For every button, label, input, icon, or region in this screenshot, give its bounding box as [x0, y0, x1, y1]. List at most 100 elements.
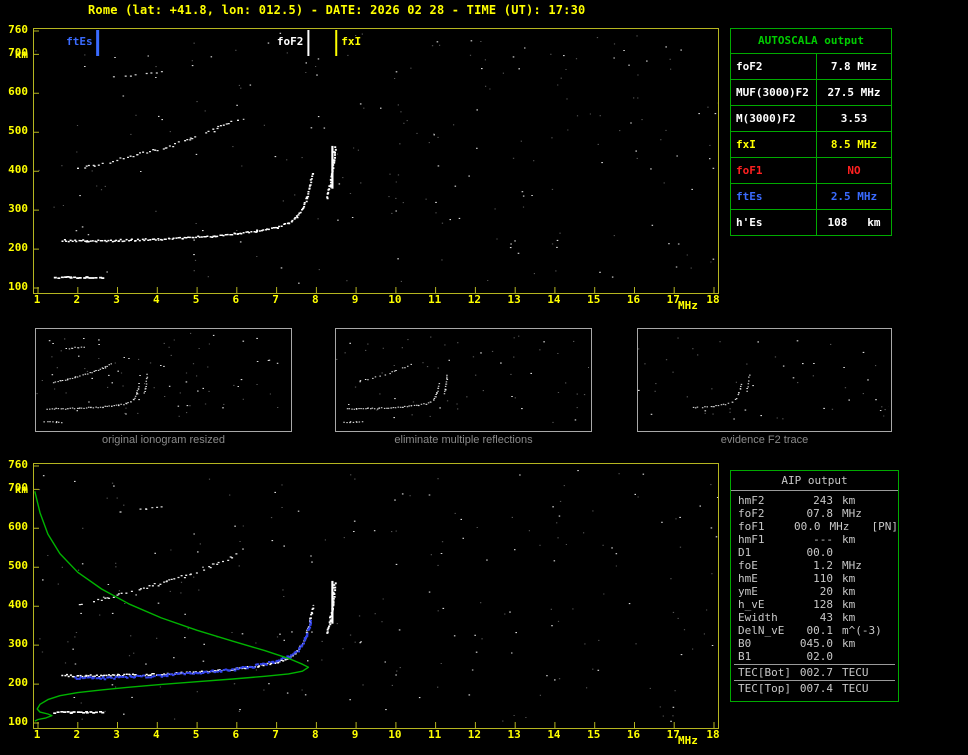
aip-param-extra [888, 666, 890, 679]
aip-param-unit: MHz [842, 559, 862, 572]
aip-param-value: 20 [819, 585, 833, 598]
autoscala-row-ftes: ftEs 2.5 MHz [731, 184, 891, 210]
aip-param-extra: [PN] [871, 520, 899, 533]
aip-row-b1: B1 02.0 [731, 650, 898, 663]
echo-noise-dim [638, 337, 889, 420]
aip-row-delnve: DelN_vE 00.1 m^(-3) [731, 624, 898, 637]
aip-row-hmf1: hmF1 --- km [731, 533, 898, 546]
autoscala-param-value: 7.8 MHz [830, 60, 878, 73]
x-axis-label: 14 [547, 728, 561, 741]
thumb-es_layer [343, 421, 364, 424]
x-axis-label: 6 [232, 728, 240, 741]
x-axis-label: 10 [388, 293, 402, 306]
aip-row-yme: ymE 20 km [731, 585, 898, 598]
autoscala-row-fof1: foF1 NO [731, 158, 891, 184]
thumbnail-multiple-reflections [335, 328, 592, 432]
autoscala-window: Rome (lat: +41.8, lon: 012.5) - DATE: 20… [0, 0, 968, 755]
aip-param-value: 1.2 [813, 559, 833, 572]
aip-param-value: 00.0 [794, 520, 821, 533]
foF2-marker-label: foF2 [277, 35, 304, 48]
aip-param-value: 07.8 [806, 507, 834, 520]
x-axis-label: 9 [351, 728, 359, 741]
aip-param-label: B0 [738, 637, 752, 650]
aip-param-extra [888, 546, 890, 559]
aip-param-extra [888, 650, 890, 663]
x-axis-label: 15 [587, 728, 601, 741]
xmode-bright-streak [331, 580, 334, 624]
aip-param-label: foF1 [738, 520, 765, 533]
x-axis-label: 2 [73, 293, 81, 306]
x-axis-label: 12 [467, 293, 482, 306]
thumbnail-f2-trace-canvas [638, 337, 889, 420]
echo-noise-bright [42, 470, 718, 722]
autoscala-param-label: h'Es [731, 210, 817, 235]
aip-param-label: hmE [738, 572, 758, 585]
autoscala-row-hes: h'Es 108 km [731, 210, 891, 235]
autoscala-param-value: 2.5 MHz [830, 190, 878, 203]
x-axis-label: 10 [388, 728, 402, 741]
f2-main-trace [61, 173, 315, 243]
autoscala-table-rows: foF2 7.8 MHz MUF(3000)F2 27.5 MHz M(3000)F2 3… [731, 54, 891, 235]
aip-param-extra [888, 533, 890, 546]
thumb-f2_first_hop [346, 383, 441, 410]
echo-noise-bright [638, 340, 882, 420]
f2-main-trace [61, 607, 315, 678]
autoscala-row-fof2: foF2 7.8 MHz [731, 54, 891, 80]
autoscala-table-title: AUTOSCALA output [731, 29, 891, 54]
aip-param-value: --- [813, 533, 833, 546]
f2-second-hop-trace [78, 553, 238, 606]
autoscala-param-label: foF2 [731, 54, 817, 79]
x-axis-label: 9 [351, 293, 359, 306]
x-axis-label: 7 [272, 728, 279, 741]
autoscala-param-value: 108 km [827, 216, 881, 229]
aip-param-label: B1 [738, 650, 752, 663]
thumb-f2_second_hop [359, 363, 412, 383]
aip-param-extra [888, 637, 890, 650]
x-axis-label: 1 [33, 293, 41, 306]
aip-param-extra [888, 585, 890, 598]
aip-param-label: DelN_vE [738, 624, 785, 637]
aip-row-hmf2: hmF2 243 km [731, 494, 898, 507]
y-axis-unit: km [14, 483, 28, 496]
autoscala-param-value: 27.5 MHz [827, 86, 881, 99]
thumbnail-caption-original: original ionogram resized [102, 434, 225, 446]
autoscala-row-fxi: fxI 8.5 MHz [731, 132, 891, 158]
aip-param-unit: km [842, 585, 856, 598]
aip-param-extra [888, 494, 890, 507]
aip-param-value: 128 [813, 598, 833, 611]
aip-param-extra [888, 559, 890, 572]
x-axis-label: 1 [33, 728, 41, 741]
y-axis-label: 400 [8, 163, 28, 177]
x-axis-label: 13 [507, 728, 521, 741]
x-axis-label: 15 [587, 293, 601, 306]
y-axis-label: 500 [8, 559, 28, 573]
autoscala-param-label: ftEs [731, 184, 817, 209]
autoscala-param-label: M(3000)F2 [731, 106, 817, 131]
aip-param-extra [888, 598, 890, 611]
aip-param-unit: km [842, 637, 856, 650]
x-axis-label: 4 [152, 293, 160, 306]
y-axis-label: 600 [8, 85, 28, 99]
x-axis-label: 7 [272, 293, 279, 306]
thumbnail-multiple-reflections-canvas [336, 335, 589, 424]
bottom-ionogram-canvas [34, 465, 718, 728]
xmode-bright-streak [331, 145, 334, 189]
es-layer-trace [53, 710, 105, 715]
x-axis-label: 2 [73, 728, 81, 741]
thumbnail-caption-f2: evidence F2 trace [720, 434, 809, 446]
y-axis-label: 500 [8, 124, 28, 138]
es-layer-trace [53, 276, 105, 280]
aip-param-value: 43 [819, 611, 833, 624]
y-axis-label: 600 [8, 520, 28, 534]
aip-param-unit: MHz [842, 507, 862, 520]
aip-param-extra [888, 682, 890, 695]
aip-param-unit: km [842, 494, 856, 507]
x-axis-unit: MHz [678, 299, 698, 312]
aip-output-table: AIP output hmF2 243 km foF2 07.8 MHz foF1 00.0 M… [730, 470, 899, 702]
aip-param-unit: MHz [829, 520, 850, 533]
autoscala-param-label: fxI [731, 132, 817, 157]
f2-second-hop-trace [77, 119, 239, 169]
aip-param-value: 02.0 [806, 650, 834, 663]
thumb-f2_second_hop [52, 363, 112, 384]
aip-param-value: 243 [813, 494, 833, 507]
